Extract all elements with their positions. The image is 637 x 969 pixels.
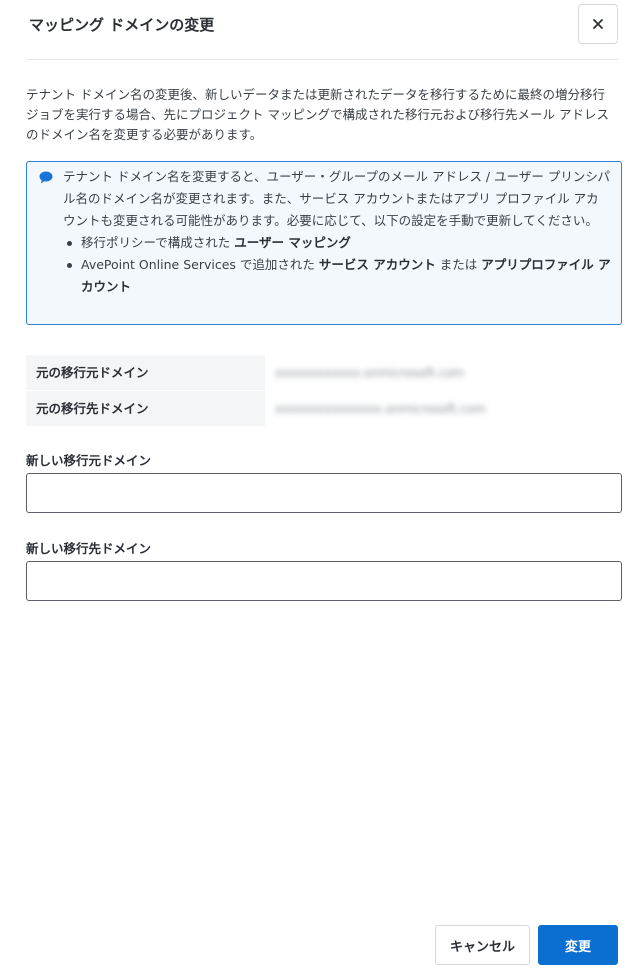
cancel-button[interactable]: キャンセル — [435, 925, 530, 965]
chat-bubble-icon — [39, 171, 53, 184]
change-button[interactable]: 変更 — [538, 925, 618, 965]
dialog-title: マッピング ドメインの変更 — [29, 16, 215, 34]
original-target-domain-label: 元の移行先ドメイン — [26, 391, 265, 426]
dialog-header: マッピング ドメインの変更 — [0, 0, 637, 60]
close-button[interactable] — [578, 4, 618, 44]
new-source-domain-input[interactable] — [26, 473, 622, 513]
original-source-domain-value-cell: xxxxxxxxxxxx.onmicrosoft.com — [265, 355, 618, 390]
info-text: テナント ドメイン名を変更すると、ユーザー・グループのメール アドレス / ユー… — [63, 166, 611, 298]
original-source-domain-label: 元の移行元ドメイン — [26, 355, 265, 390]
info-paragraph: テナント ドメイン名を変更すると、ユーザー・グループのメール アドレス / ユー… — [63, 169, 610, 228]
original-domains-table: 元の移行元ドメイン xxxxxxxxxxxx.onmicrosoft.com 元… — [26, 355, 618, 427]
bullet2-prefix: AvePoint Online Services で追加された — [81, 257, 315, 272]
info-bullet-user-mapping: 移行ポリシーで構成された ユーザー マッピング — [67, 232, 611, 254]
info-bullet-accounts: AvePoint Online Services で追加された サービス アカウ… — [67, 254, 611, 298]
dialog-description: テナント ドメイン名の変更後、新しいデータまたは更新されたデータを移行するために… — [26, 87, 609, 142]
bullet2-mid: または — [439, 257, 478, 272]
original-target-domain-value-cell: xxxxxxxxxxxxxxx.onmicrosoft.com — [265, 391, 618, 426]
header-divider — [26, 59, 618, 60]
bullet1-prefix: 移行ポリシーで構成された — [81, 235, 231, 250]
new-target-domain-input[interactable] — [26, 561, 622, 601]
info-message-box: テナント ドメイン名を変更すると、ユーザー・グループのメール アドレス / ユー… — [26, 161, 622, 325]
bullet1-bold: ユーザー マッピング — [234, 235, 351, 250]
bullet2-bold-service-account: サービス アカウント — [318, 257, 436, 272]
original-source-domain-value: xxxxxxxxxxxx.onmicrosoft.com — [275, 365, 465, 380]
change-domain-panel: マッピング ドメインの変更 テナント ドメイン名の変更後、新しいデータまたは更新… — [0, 0, 637, 969]
original-target-domain-value: xxxxxxxxxxxxxxx.onmicrosoft.com — [275, 401, 486, 416]
original-target-domain-row: 元の移行先ドメイン xxxxxxxxxxxxxxx.onmicrosoft.co… — [26, 391, 618, 426]
new-source-domain-label: 新しい移行元ドメイン — [26, 453, 152, 468]
original-source-domain-row: 元の移行元ドメイン xxxxxxxxxxxx.onmicrosoft.com — [26, 355, 618, 390]
new-target-domain-label: 新しい移行先ドメイン — [26, 541, 152, 556]
info-bullet-list: 移行ポリシーで構成された ユーザー マッピング AvePoint Online … — [63, 232, 611, 298]
close-icon — [593, 19, 603, 29]
